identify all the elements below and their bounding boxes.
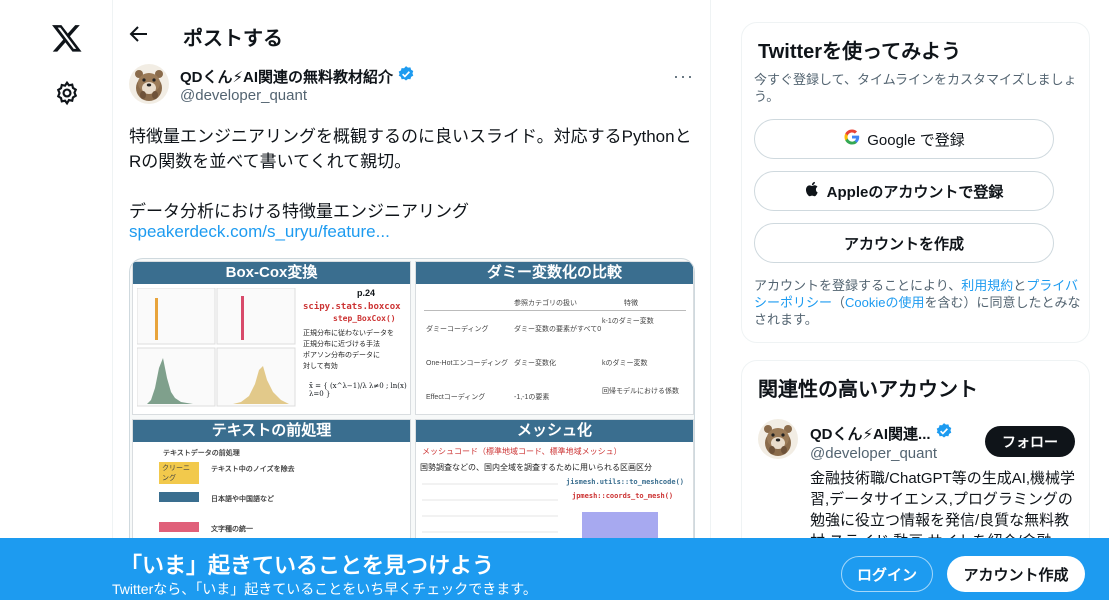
post-column: ポストする QDくん⚡AI関連の無料教材紹介 @developer_quant … (113, 0, 710, 600)
related-account-name[interactable]: QDくん⚡AI関連... (810, 422, 953, 444)
slide-box-cox[interactable]: Box-Cox変換 p.24 scipy.stats.boxcox step_B… (132, 261, 411, 415)
signup-button[interactable]: アカウント作成 (947, 556, 1085, 592)
slide-title: ダミー変数化の比較 (416, 262, 693, 284)
histogram-panels (136, 287, 297, 408)
related-account-handle[interactable]: @developer_quant (810, 445, 937, 462)
slide-title: テキストの前処理 (133, 420, 410, 442)
banner-title: 「いま」起きていることを見つけよう (120, 553, 495, 578)
diagram-tag (159, 522, 199, 532)
slide-title: Box-Cox変換 (133, 262, 410, 284)
table-cell: kのダミー変数 (602, 360, 648, 367)
terms-link[interactable]: 利用規約 (961, 278, 1013, 293)
avatar[interactable] (758, 419, 798, 459)
gear-icon[interactable] (54, 80, 80, 106)
x-logo-icon[interactable] (51, 22, 83, 54)
diagram-tag (159, 492, 199, 502)
diagram-label: テキストデータの前処理 (163, 450, 240, 457)
related-name-text: QDくん⚡AI関連... (810, 425, 931, 443)
legal-text-part: アカウントを登録することにより、 (754, 278, 962, 293)
legal-text-part: （ (832, 295, 846, 310)
note-line: 正規分布に従わないデータを (303, 330, 394, 337)
table-cell: Effectコーディング (426, 394, 486, 401)
create-account-button[interactable]: アカウントを作成 (754, 223, 1054, 263)
signup-title: Twitterを使ってみよう (758, 41, 962, 63)
post-text-line: Rの関数を並べて書いてくれて親切。 (129, 152, 412, 171)
table-header: 特徴 (624, 300, 638, 307)
table-cell: ダミー変数の要素がすべて0 (514, 326, 602, 333)
page-title: ポストする (183, 28, 283, 50)
slide-title: メッシュ化 (416, 420, 693, 442)
python-function: jismesh.utils::to_meshcode() (566, 478, 685, 486)
google-icon (843, 128, 861, 150)
box-cox-notes: 正規分布に従わないデータを 正規分布に近づける手法 ポアソン分布のデータに 対し… (303, 328, 410, 372)
post-text-line: データ分析における特徴量エンジニアリング (129, 202, 469, 221)
google-signup-label: Google で登録 (867, 131, 965, 149)
post-header: ポストする (113, 0, 710, 70)
follow-button[interactable]: フォロー (985, 426, 1075, 457)
signup-banner: 「いま」起きていることを見つけよう Twitterなら、「いま」起きていることを… (0, 538, 1109, 600)
slide-dummy-variables[interactable]: ダミー変数化の比較 参照カテゴリの扱い 特徴 ダミーコーディング ダミー変数の要… (415, 261, 694, 415)
signup-panel: Twitterを使ってみよう 今すぐ登録して、タイムラインをカスタマイズしましょ… (741, 22, 1090, 343)
avatar[interactable] (129, 64, 169, 104)
table-cell: -1,-1の要素 (514, 394, 550, 401)
login-button[interactable]: ログイン (841, 556, 933, 592)
diagram-label: テキスト中のノイズを除去 (211, 466, 295, 473)
post-media[interactable]: Box-Cox変換 p.24 scipy.stats.boxcox step_B… (129, 258, 695, 558)
author-handle[interactable]: @developer_quant (180, 87, 307, 104)
diagram-label: 日本語や中国語など (211, 496, 274, 503)
left-nav (0, 0, 112, 600)
note-line: 正規分布に近づける手法 (303, 341, 380, 348)
apple-signup-button[interactable]: Appleのアカウントで登録 (754, 171, 1054, 211)
note-line: 対して有効 (303, 363, 338, 370)
divider-right (710, 0, 711, 600)
banner-subtitle: Twitterなら、「いま」起きていることをいち早くチェックできます。 (112, 581, 537, 597)
related-title: 関連性の高いアカウント (758, 379, 978, 401)
more-icon[interactable]: ··· (673, 66, 694, 87)
table-cell: ダミー変数化 (514, 360, 556, 367)
signup-subtitle: 今すぐ登録して、タイムラインをカスタマイズしましょう。 (754, 72, 1077, 104)
verified-badge-icon (397, 65, 415, 87)
table-cell: k-1のダミー変数 (602, 318, 654, 325)
verified-badge-icon (935, 422, 953, 444)
table-divider (424, 310, 686, 311)
cookie-link[interactable]: Cookieの使用 (845, 295, 924, 310)
page-number: p.24 (357, 288, 376, 298)
note-line: ポアソン分布のデータに (303, 352, 380, 359)
table-header: 参照カテゴリの扱い (514, 300, 577, 307)
python-function: scipy.stats.boxcox (303, 302, 401, 312)
r-function: jpmesh::coords_to_mesh() (572, 492, 674, 500)
back-arrow-icon[interactable] (127, 22, 151, 46)
post-text-line: 特徴量エンジニアリングを概観するのに良いスライド。対応するPythonと (129, 127, 692, 146)
author-name[interactable]: QDくん⚡AI関連の無料教材紹介 (180, 65, 415, 87)
r-function: step_BoxCox() (333, 314, 396, 323)
author-name-text: QDくん⚡AI関連の無料教材紹介 (180, 68, 394, 86)
table-cell: 回帰モデルにおける係数 (602, 388, 679, 395)
mesh-subtitle: メッシュコード（標準地域コード、標準地域メッシュ） (422, 447, 622, 456)
apple-icon (805, 180, 821, 202)
post-link[interactable]: speakerdeck.com/s_uryu/feature... (129, 222, 390, 242)
table-cell: One-Hotエンコーディング (426, 360, 508, 367)
post-text: 特徴量エンジニアリングを概観するのに良いスライド。対応するPythonと Rの関… (129, 124, 699, 224)
box-cox-formula: x̃ = { (x^λ−1)/λ λ≠0 ; ln(x) λ=0 } (309, 382, 407, 398)
table-cell: ダミーコーディング (426, 326, 489, 333)
legal-text-part: と (1013, 278, 1027, 293)
legal-text: アカウントを登録することにより、利用規約とプライバシーポリシー（Cookieの使… (754, 277, 1082, 328)
diagram-label: 文字種の統一 (211, 526, 253, 533)
apple-signup-label: Appleのアカウントで登録 (826, 183, 1004, 201)
diagram-tag: クリーニング (159, 462, 199, 484)
mesh-description: 国勢調査などの、国内全域を調査するために用いられる区画区分 (420, 463, 652, 472)
google-signup-button[interactable]: Google で登録 (754, 119, 1054, 159)
